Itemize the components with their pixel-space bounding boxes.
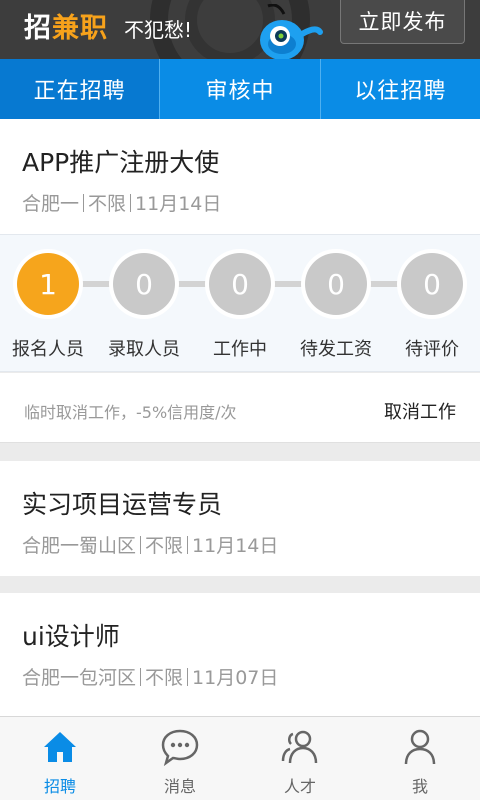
brand-accent: 兼职 [52,13,108,44]
step-unrated-count[interactable]: 0 [401,253,463,315]
job-requirement: 不限 [88,193,127,215]
job-title: 实习项目运营专员 [22,490,223,519]
meta-divider [187,536,189,554]
mascot-icon [260,4,323,59]
slogan: 不犯愁! [124,18,193,42]
progress-connector [270,281,306,287]
step-label-hired: 录取人员 [108,339,180,360]
job-meta: 合肥一包河区 不限 11月07日 [22,663,278,690]
bottom-nav: 招聘 消息 人才 我 [0,716,480,800]
cancel-row: 临时取消工作，-5%信用度/次 取消工作 [0,373,480,443]
meta-divider [130,194,132,212]
meta-divider [83,194,85,212]
job-requirement: 不限 [145,667,184,689]
person-icon [404,729,436,765]
nav-label: 我 [411,777,428,796]
job-date: 11月14日 [135,193,222,215]
nav-label: 人才 [283,777,316,796]
job-location: 合肥一蜀山区 [22,535,137,557]
brand-prefix: 招 [24,13,52,44]
job-location: 合肥一包河区 [22,667,137,689]
step-label-unrated: 待评价 [405,339,459,360]
job-title: APP推广注册大使 [22,148,220,177]
progress-connector [174,281,210,287]
step-working-count[interactable]: 0 [209,253,271,315]
meta-divider [187,668,189,686]
job-title: ui设计师 [22,622,120,651]
nav-label: 招聘 [43,777,76,796]
nav-me[interactable]: 我 [360,717,480,800]
progress-connector [78,281,114,287]
job-date: 11月14日 [192,535,279,557]
job-card[interactable]: APP推广注册大使 合肥一 不限 11月14日 [0,119,480,234]
people-icon [281,730,318,764]
step-applicants-count[interactable]: 1 [17,253,79,315]
step-hired-count[interactable]: 0 [113,253,175,315]
step-label-applicants: 报名人员 [12,339,84,360]
step-unpaid-count[interactable]: 0 [305,253,367,315]
step-label-working: 工作中 [213,339,267,360]
tab-past[interactable]: 以往招聘 [321,59,480,119]
tab-bar: 正在招聘 审核中 以往招聘 [0,59,480,119]
home-icon [44,732,76,762]
top-banner: 招兼职 不犯愁! 立即发布 [0,0,480,59]
nav-label: 消息 [163,777,196,796]
job-card[interactable]: 实习项目运营专员 合肥一蜀山区 不限 11月14日 [0,461,480,576]
nav-messages[interactable]: 消息 [120,717,240,800]
meta-divider [140,668,142,686]
hiring-progress: 1 0 0 0 0 报名人员 录取人员 工作中 待发工资 待评价 [0,234,480,372]
cancel-job-button[interactable]: 取消工作 [384,398,456,424]
progress-connector [366,281,402,287]
cancel-note: 临时取消工作，-5%信用度/次 [24,403,237,422]
job-card[interactable]: ui设计师 合肥一包河区 不限 11月07日 [0,593,480,716]
job-meta: 合肥一蜀山区 不限 11月14日 [22,531,278,558]
nav-talent[interactable]: 人才 [240,717,360,800]
nav-recruit[interactable]: 招聘 [0,717,120,800]
chat-icon [161,729,199,767]
job-meta: 合肥一 不限 11月14日 [22,189,221,216]
meta-divider [140,536,142,554]
job-date: 11月07日 [192,667,279,689]
step-label-unpaid: 待发工资 [300,339,372,360]
tab-under-review[interactable]: 审核中 [160,59,321,119]
job-requirement: 不限 [145,535,184,557]
job-location: 合肥一 [22,193,80,215]
publish-button[interactable]: 立即发布 [340,0,465,44]
tab-recruiting[interactable]: 正在招聘 [0,59,161,119]
brand-logo: 招兼职 [24,6,108,45]
